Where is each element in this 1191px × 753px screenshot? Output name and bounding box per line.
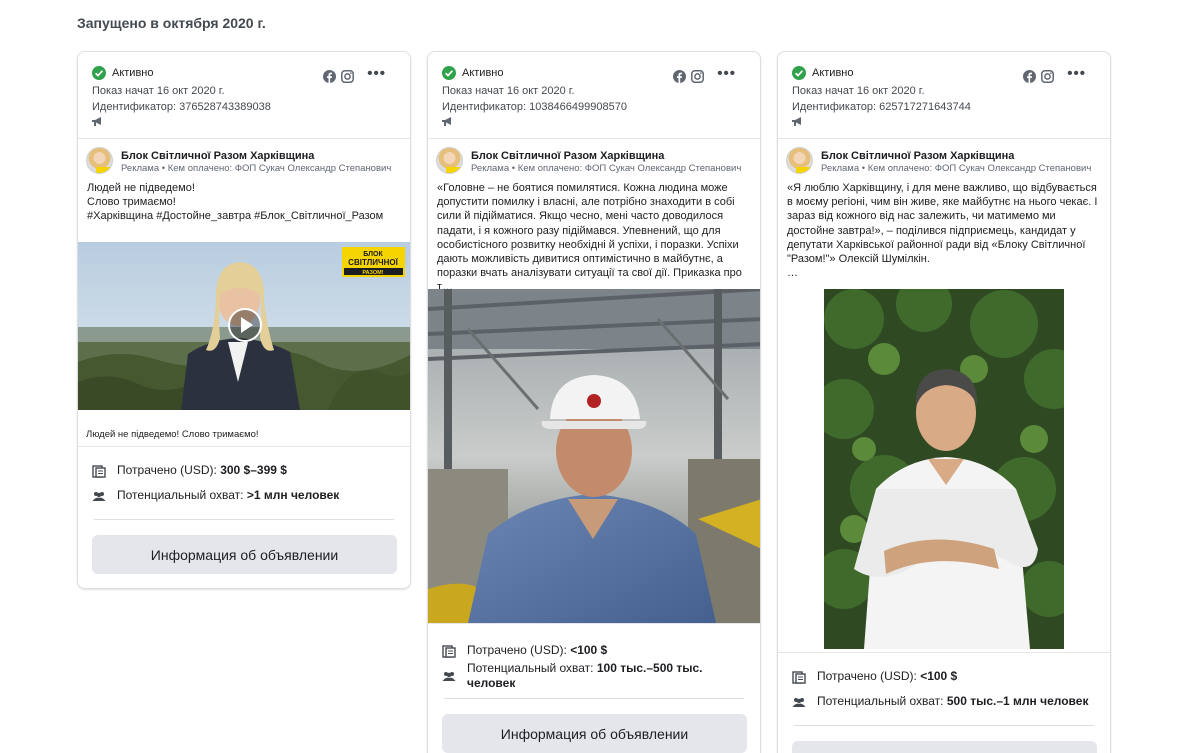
ad-card: Активно Показ начат 16 окт 2020 г. Идент… xyxy=(77,51,411,589)
more-options-icon[interactable]: ••• xyxy=(717,66,736,81)
instagram-icon xyxy=(691,70,704,83)
ad-text-line: «Головне – не боятися помилятися. Кожна … xyxy=(437,182,742,294)
page-name[interactable]: Блок Світличної Разом Харківщина xyxy=(821,150,1014,162)
facebook-icon xyxy=(323,70,336,83)
ad-text: «Я люблю Харківщину, і для мене важливо,… xyxy=(778,181,1110,280)
megaphone-icon xyxy=(442,117,451,126)
more-options-icon[interactable]: ••• xyxy=(367,66,386,81)
ad-photo xyxy=(428,289,760,623)
page-heading: Запущено в октября 2020 г. xyxy=(77,15,266,31)
ad-card: Активно Показ начат 16 окт 2020 г. Идент… xyxy=(777,51,1111,753)
ad-meta: Активно Показ начат 16 окт 2020 г. Идент… xyxy=(778,52,1110,139)
ad-header: Блок Світличної Разом Харківщина Реклама… xyxy=(428,139,760,181)
check-circle-icon xyxy=(92,66,106,80)
facebook-icon xyxy=(673,70,686,83)
check-circle-icon xyxy=(792,66,806,80)
avatar[interactable] xyxy=(86,147,113,174)
reach-label: Потенциальный охват: xyxy=(467,661,594,675)
sponsor-line: Реклама • Кем оплачено: ФОП Сукач Олекса… xyxy=(121,163,392,174)
ad-image[interactable] xyxy=(824,289,1064,649)
spent-row: Потрачено (USD): <100 $ xyxy=(442,643,760,658)
facebook-icon xyxy=(1023,70,1036,83)
people-icon xyxy=(792,698,806,707)
avatar[interactable] xyxy=(436,147,463,174)
avatar[interactable] xyxy=(786,147,813,174)
platform-icons xyxy=(673,70,704,83)
sponsor-line: Реклама • Кем оплачено: ФОП Сукач Олекса… xyxy=(821,163,1092,174)
spent-value: <100 $ xyxy=(570,643,608,657)
ad-id: Идентификатор: 625717271643744 xyxy=(792,101,971,113)
reach-label: Потенциальный охват: xyxy=(817,694,944,708)
spent-label: Потрачено (USD): xyxy=(467,643,567,657)
status-row: Активно xyxy=(792,66,1110,80)
ad-image[interactable] xyxy=(428,289,760,623)
spent-label: Потрачено (USD): xyxy=(117,463,217,477)
start-date: Показ начат 16 окт 2020 г. xyxy=(442,85,575,97)
status-text: Активно xyxy=(462,67,504,79)
megaphone-icon xyxy=(792,117,801,126)
more-options-icon[interactable]: ••• xyxy=(1067,66,1086,81)
instagram-icon xyxy=(1041,70,1054,83)
spent-value: <100 $ xyxy=(920,669,958,683)
video-caption: Людей не підведемо! Слово тримаємо! xyxy=(86,429,259,440)
ad-stats: Потрачено (USD): <100 $ Потенциальный ох… xyxy=(778,669,1110,709)
status-row: Активно xyxy=(92,66,410,80)
ad-text: Людей не підведемо! Слово тримаємо! #Хар… xyxy=(78,181,410,224)
play-icon[interactable] xyxy=(227,307,263,343)
platform-icons xyxy=(323,70,354,83)
reach-row: Потенциальный охват: >1 млн человек xyxy=(92,488,410,503)
people-icon xyxy=(442,672,456,681)
page-name[interactable]: Блок Світличної Разом Харківщина xyxy=(471,150,664,162)
start-date: Показ начат 16 окт 2020 г. xyxy=(92,85,225,97)
reach-value: 500 тыс.–1 млн человек xyxy=(946,694,1089,708)
money-icon xyxy=(92,465,106,478)
ad-text-line: … xyxy=(787,267,798,280)
ad-info-button[interactable]: Информация об объявлении xyxy=(442,714,747,753)
start-date: Показ начат 16 окт 2020 г. xyxy=(792,85,925,97)
reach-value: >1 млн человек xyxy=(246,488,340,502)
ad-info-button[interactable]: Информация об объявлении xyxy=(92,535,397,574)
ad-text-line: «Я люблю Харківщину, і для мене важливо,… xyxy=(787,182,1098,266)
ad-meta: Активно Показ начат 16 окт 2020 г. Идент… xyxy=(78,52,410,139)
ad-meta: Активно Показ начат 16 окт 2020 г. Идент… xyxy=(428,52,760,139)
ad-id: Идентификатор: 1038466499908570 xyxy=(442,101,627,113)
ad-header: Блок Світличної Разом Харківщина Реклама… xyxy=(78,139,410,181)
ad-video[interactable]: БЛОК СВІТЛИЧНОЇ РАЗОМ! xyxy=(78,242,410,410)
ad-text: «Головне – не боятися помилятися. Кожна … xyxy=(428,181,760,295)
ad-header: Блок Світличної Разом Харківщина Реклама… xyxy=(778,139,1110,181)
check-circle-icon xyxy=(442,66,456,80)
sponsor-line: Реклама • Кем оплачено: ФОП Сукач Олекса… xyxy=(471,163,742,174)
spent-row: Потрачено (USD): 300 $–399 $ xyxy=(92,463,410,478)
ad-text-line: Слово тримаємо! xyxy=(87,196,176,209)
platform-icons xyxy=(1023,70,1054,83)
ad-text-line: Людей не підведемо! xyxy=(87,182,195,194)
instagram-icon xyxy=(341,70,354,83)
ad-stats: Потрачено (USD): 300 $–399 $ Потенциальн… xyxy=(78,463,410,503)
ad-photo xyxy=(824,289,1064,649)
money-icon xyxy=(442,645,456,658)
spent-row: Потрачено (USD): <100 $ xyxy=(792,669,1110,684)
logo-line: СВІТЛИЧНОЇ xyxy=(348,258,398,267)
reach-row: Потенциальный охват: 500 тыс.–1 млн чело… xyxy=(792,694,1110,709)
ad-info-button[interactable]: Информация об объявлении xyxy=(792,741,1097,753)
ad-stats: Потрачено (USD): <100 $ Потенциальный ох… xyxy=(428,643,760,691)
ad-id: Идентификатор: 376528743389038 xyxy=(92,101,271,113)
ad-card: Активно Показ начат 16 окт 2020 г. Идент… xyxy=(427,51,761,753)
status-text: Активно xyxy=(812,67,854,79)
page-name[interactable]: Блок Світличної Разом Харківщина xyxy=(121,150,314,162)
reach-label: Потенциальный охват: xyxy=(117,488,244,502)
logo-line: БЛОК xyxy=(363,251,383,258)
spent-label: Потрачено (USD): xyxy=(817,669,917,683)
megaphone-icon xyxy=(92,117,101,126)
reach-row: Потенциальный охват: 100 тыс.–500 тыс. ч… xyxy=(442,661,712,691)
spent-value: 300 $–399 $ xyxy=(220,463,287,477)
money-icon xyxy=(792,671,806,684)
status-row: Активно xyxy=(442,66,760,80)
status-text: Активно xyxy=(112,67,154,79)
people-icon xyxy=(92,492,106,501)
logo-line: РАЗОМ! xyxy=(362,270,383,276)
ad-text-line: #Харківщина #Достойне_завтра #Блок_Світл… xyxy=(87,210,384,223)
